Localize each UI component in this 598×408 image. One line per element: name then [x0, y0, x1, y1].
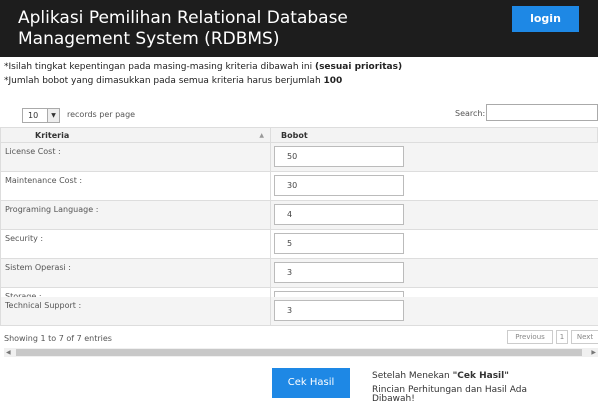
instruction-2-bold: 100 [323, 76, 343, 86]
sort-asc-icon: ▲ [259, 132, 264, 139]
kriteria-cell: Sistem Operasi : [0, 259, 271, 288]
bobot-input-security[interactable] [274, 233, 404, 254]
app-header: Aplikasi Pemilihan Relational Database M… [0, 0, 598, 57]
page-1-button[interactable]: 1 [556, 330, 568, 344]
scroll-left-icon[interactable]: ◀ [6, 348, 11, 357]
chevron-down-icon: ▼ [47, 109, 59, 122]
next-page-button[interactable]: Next [571, 330, 598, 344]
table-row: Security : [0, 230, 598, 259]
table-row: Technical Support : [0, 297, 598, 326]
bobot-input-technical-support[interactable] [274, 300, 404, 321]
column-header-bobot-label: Bobot [281, 131, 308, 140]
table-row: Programing Language : [0, 201, 598, 230]
horizontal-scrollbar[interactable]: ◀ ▶ [4, 348, 598, 357]
search-input[interactable] [486, 104, 598, 121]
table-row: License Cost : [0, 143, 598, 172]
previous-page-button[interactable]: Previous [507, 330, 553, 344]
page-length-label: records per page [67, 110, 136, 119]
instruction-line-2: *Jumlah bobot yang dimasukkan pada semua… [4, 76, 342, 86]
result-note-detail: Rincian Perhitungan dan Hasil Ada Dibawa… [372, 385, 527, 404]
instruction-2-text: *Jumlah bobot yang dimasukkan pada semua… [4, 76, 324, 86]
kriteria-cell: Maintenance Cost : [0, 172, 271, 201]
scroll-right-icon[interactable]: ▶ [591, 348, 596, 357]
scrollbar-thumb[interactable] [16, 349, 582, 356]
column-header-kriteria-label: Kriteria [35, 131, 70, 140]
result-note: Setelah Menekan "Cek Hasil" [372, 371, 509, 381]
kriteria-cell: License Cost : [0, 143, 271, 172]
login-button[interactable]: login [512, 6, 579, 32]
table-row: Sistem Operasi : [0, 259, 598, 288]
column-header-bobot[interactable]: Bobot [271, 127, 598, 143]
result-note-text: Setelah Menekan [372, 371, 453, 381]
table-row: Maintenance Cost : [0, 172, 598, 201]
cek-hasil-button[interactable]: Cek Hasil [272, 368, 350, 398]
kriteria-cell: Technical Support : [0, 297, 271, 326]
table-info: Showing 1 to 7 of 7 entries [4, 334, 112, 343]
bobot-input-license-cost[interactable] [274, 146, 404, 167]
page-length-value: 10 [28, 111, 39, 120]
instruction-line-1: *Isilah tingkat kepentingan pada masing-… [4, 62, 402, 72]
kriteria-cell: Security : [0, 230, 271, 259]
page-length-select[interactable]: 10 ▼ [22, 108, 60, 123]
page-title: Aplikasi Pemilihan Relational Database M… [18, 8, 348, 49]
instruction-1-text: *Isilah tingkat kepentingan pada masing-… [4, 62, 315, 72]
bobot-input-sistem-operasi[interactable] [274, 262, 404, 283]
bobot-input-maintenance-cost[interactable] [274, 175, 404, 196]
result-note-bold: "Cek Hasil" [452, 371, 509, 381]
kriteria-cell: Programing Language : [0, 201, 271, 230]
bobot-input-programing-language[interactable] [274, 204, 404, 225]
column-header-kriteria[interactable]: Kriteria ▲ [0, 127, 271, 143]
instruction-1-bold: (sesuai prioritas) [314, 62, 403, 72]
search-label: Search: [455, 109, 486, 118]
